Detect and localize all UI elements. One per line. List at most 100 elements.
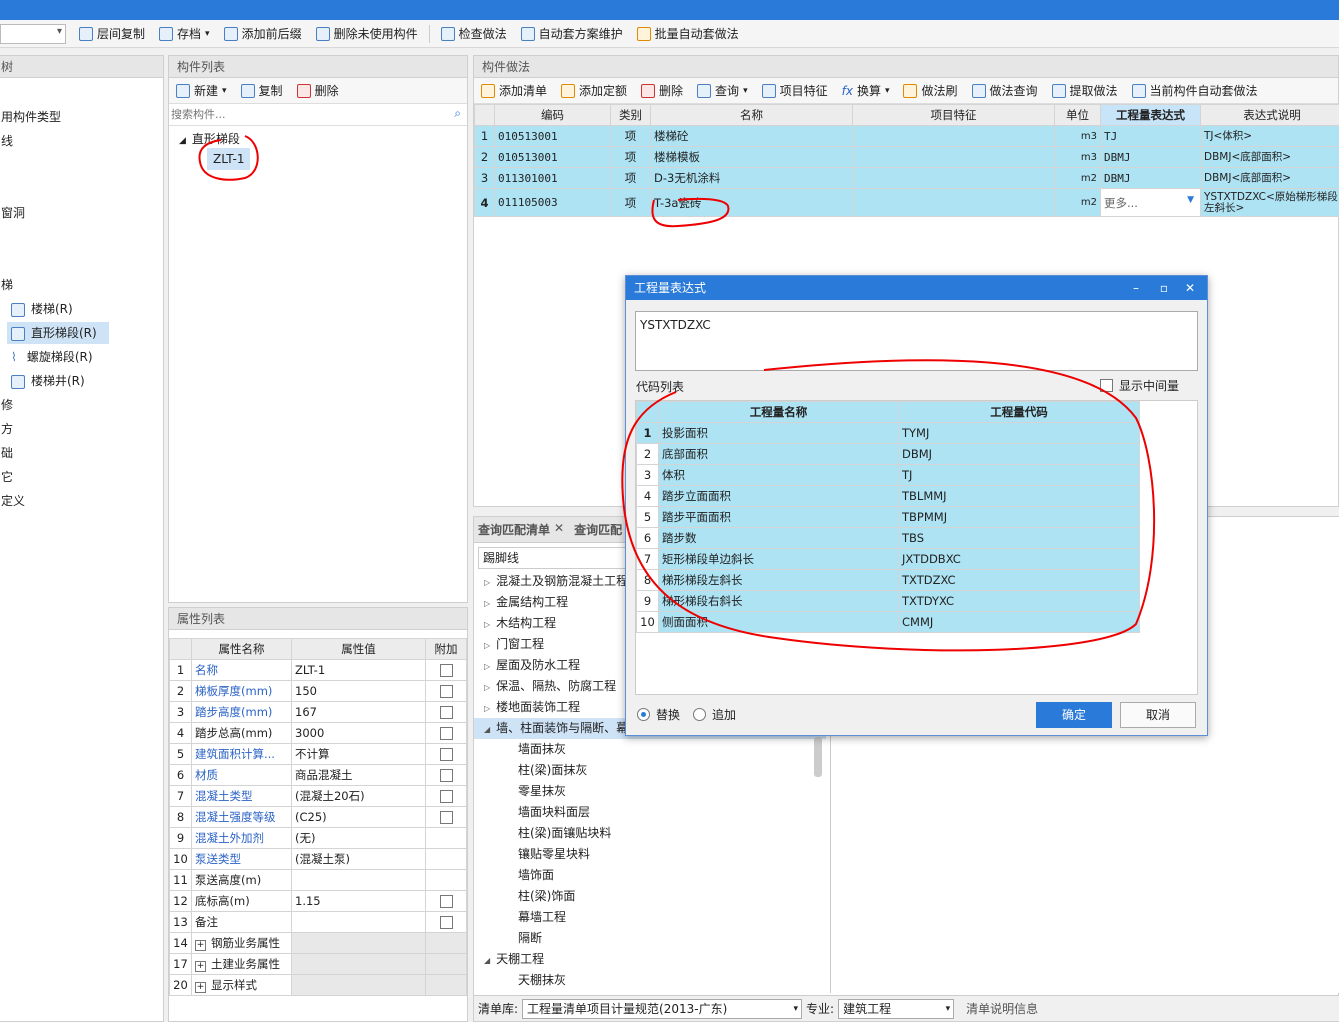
query-tree-item[interactable]: 墙面抹灰: [474, 739, 826, 760]
property-value[interactable]: ZLT-1: [291, 659, 426, 681]
property-value[interactable]: 150: [291, 680, 426, 702]
property-attach[interactable]: [425, 827, 467, 849]
checkbox[interactable]: [439, 748, 453, 761]
property-value[interactable]: (混凝土泵): [291, 848, 426, 870]
method-row[interactable]: 4 011105003 项 T-3a瓷砖 m2 更多... ▼ YSTXTDZXC<原始梯形梯…: [474, 188, 1339, 217]
component-search-input[interactable]: [169, 104, 439, 124]
radio[interactable]: [693, 708, 706, 721]
property-value[interactable]: 167: [291, 701, 426, 723]
property-attach[interactable]: [425, 701, 467, 723]
property-row[interactable]: 6 材质 商品混凝土: [169, 764, 467, 786]
ok-button[interactable]: 确定: [1036, 702, 1112, 728]
extract-method-button[interactable]: 提取做法: [1045, 79, 1125, 103]
code-cell[interactable]: 011301001: [494, 167, 611, 189]
property-row[interactable]: 4 踏步总高(mm) 3000: [169, 722, 467, 744]
collapse-icon[interactable]: ◢: [484, 956, 490, 965]
component-search[interactable]: ⌕: [169, 104, 467, 126]
expand-icon[interactable]: ▷: [484, 662, 490, 671]
collapse-icon[interactable]: ◢: [179, 136, 186, 146]
property-value[interactable]: [291, 869, 426, 891]
replace-radio[interactable]: 替换: [637, 706, 680, 723]
method-query-button[interactable]: 做法查询: [965, 79, 1045, 103]
code-cell[interactable]: 010513001: [494, 125, 611, 147]
add-quota-button[interactable]: 添加定额: [554, 79, 634, 103]
property-attach[interactable]: [425, 911, 467, 933]
query-tree-item[interactable]: 柱(梁)面镶贴块料: [474, 823, 826, 844]
method-brush-button[interactable]: 做法刷: [896, 79, 964, 103]
expand-icon[interactable]: +: [195, 982, 206, 993]
property-row[interactable]: 12 底标高(m) 1.15: [169, 890, 467, 912]
tree-item-custom[interactable]: 定义: [1, 490, 25, 512]
feature-cell[interactable]: [852, 146, 1055, 168]
property-attach[interactable]: [425, 743, 467, 765]
radio[interactable]: [637, 708, 650, 721]
close-icon[interactable]: ✕: [554, 521, 564, 538]
checkbox[interactable]: [439, 811, 453, 824]
auto-method-button[interactable]: 当前构件自动套做法: [1125, 79, 1265, 103]
minimize-icon[interactable]: –: [1125, 276, 1147, 300]
property-row[interactable]: 9 混凝土外加剂 (无): [169, 827, 467, 849]
property-row[interactable]: 20 + 显示样式: [169, 974, 467, 996]
delete-unused-button[interactable]: 删除未使用构件: [309, 22, 425, 46]
add-list-button[interactable]: 添加清单: [474, 79, 554, 103]
name-cell[interactable]: 楼梯模板: [650, 146, 853, 168]
category-cell[interactable]: 项: [610, 167, 651, 189]
query-tree-item[interactable]: 墙面块料面层: [474, 802, 826, 823]
property-attach[interactable]: [425, 806, 467, 828]
unit-cell[interactable]: m3: [1054, 146, 1101, 168]
checkbox[interactable]: [439, 685, 453, 698]
expand-icon[interactable]: ▷: [484, 704, 490, 713]
feature-button[interactable]: 项目特征: [755, 79, 835, 103]
unit-cell[interactable]: m2: [1054, 167, 1101, 189]
tree-item-earth[interactable]: 方: [1, 418, 13, 440]
expand-icon[interactable]: ▷: [484, 599, 490, 608]
property-attach[interactable]: [425, 722, 467, 744]
query-tree-item[interactable]: 零星抹灰: [474, 781, 826, 802]
expand-icon[interactable]: ▷: [484, 641, 490, 650]
category-cell[interactable]: 项: [610, 146, 651, 168]
search-icon[interactable]: ⌕: [454, 106, 461, 121]
expand-icon[interactable]: ▷: [484, 620, 490, 629]
tree-item-common[interactable]: 用构件类型: [1, 106, 61, 128]
expand-icon[interactable]: ▷: [484, 683, 490, 692]
checkbox[interactable]: [439, 895, 453, 908]
property-value[interactable]: 1.15: [291, 890, 426, 912]
query-scrollbar[interactable]: [814, 737, 822, 777]
property-attach[interactable]: [425, 848, 467, 870]
floor-select[interactable]: [0, 23, 66, 44]
add-prefix-button[interactable]: 添加前后缀: [217, 22, 309, 46]
expand-icon[interactable]: ▷: [484, 578, 490, 587]
new-button[interactable]: 新建 ▾: [169, 79, 234, 103]
tree-item-foundation[interactable]: 础: [1, 442, 13, 464]
check-method-button[interactable]: 检查做法: [434, 22, 514, 46]
tree-item-stairs[interactable]: 梯: [1, 274, 13, 296]
feature-cell[interactable]: [852, 125, 1055, 147]
property-attach[interactable]: [425, 953, 467, 975]
property-row[interactable]: 13 备注: [169, 911, 467, 933]
query-tree-item[interactable]: 柱(梁)饰面: [474, 886, 826, 907]
name-cell[interactable]: D-3无机涂料: [650, 167, 853, 189]
query-button[interactable]: 查询 ▾: [690, 79, 755, 103]
category-cell[interactable]: 项: [610, 125, 651, 147]
property-row[interactable]: 3 踏步高度(mm) 167: [169, 701, 467, 723]
property-attach[interactable]: [425, 974, 467, 996]
chevron-down-icon[interactable]: ▼: [1187, 195, 1194, 205]
batch-auto-button[interactable]: 批量自动套做法: [630, 22, 746, 46]
auto-scheme-button[interactable]: 自动套方案维护: [514, 22, 630, 46]
checkbox[interactable]: [439, 916, 453, 929]
archive-button[interactable]: 存档 ▾: [152, 22, 217, 46]
property-attach[interactable]: [425, 869, 467, 891]
close-icon[interactable]: ✕: [1179, 276, 1201, 300]
query-tree-item[interactable]: ◢ 天棚工程: [474, 949, 826, 970]
expression-dropdown[interactable]: 更多... ▼: [1100, 188, 1201, 217]
property-attach[interactable]: [425, 659, 467, 681]
property-value[interactable]: (无): [291, 827, 426, 849]
tree-item-window[interactable]: 窗洞: [1, 202, 25, 224]
method-row[interactable]: 1 010513001 项楼梯砼 m3 TJ TJ<体积>: [474, 125, 1339, 147]
property-row[interactable]: 5 建筑面积计算... 不计算: [169, 743, 467, 765]
copy-button[interactable]: 复制: [234, 79, 290, 103]
property-value[interactable]: [291, 932, 426, 954]
expand-icon[interactable]: +: [195, 961, 206, 972]
property-attach[interactable]: [425, 890, 467, 912]
query-tree-item[interactable]: 隔断: [474, 928, 826, 949]
